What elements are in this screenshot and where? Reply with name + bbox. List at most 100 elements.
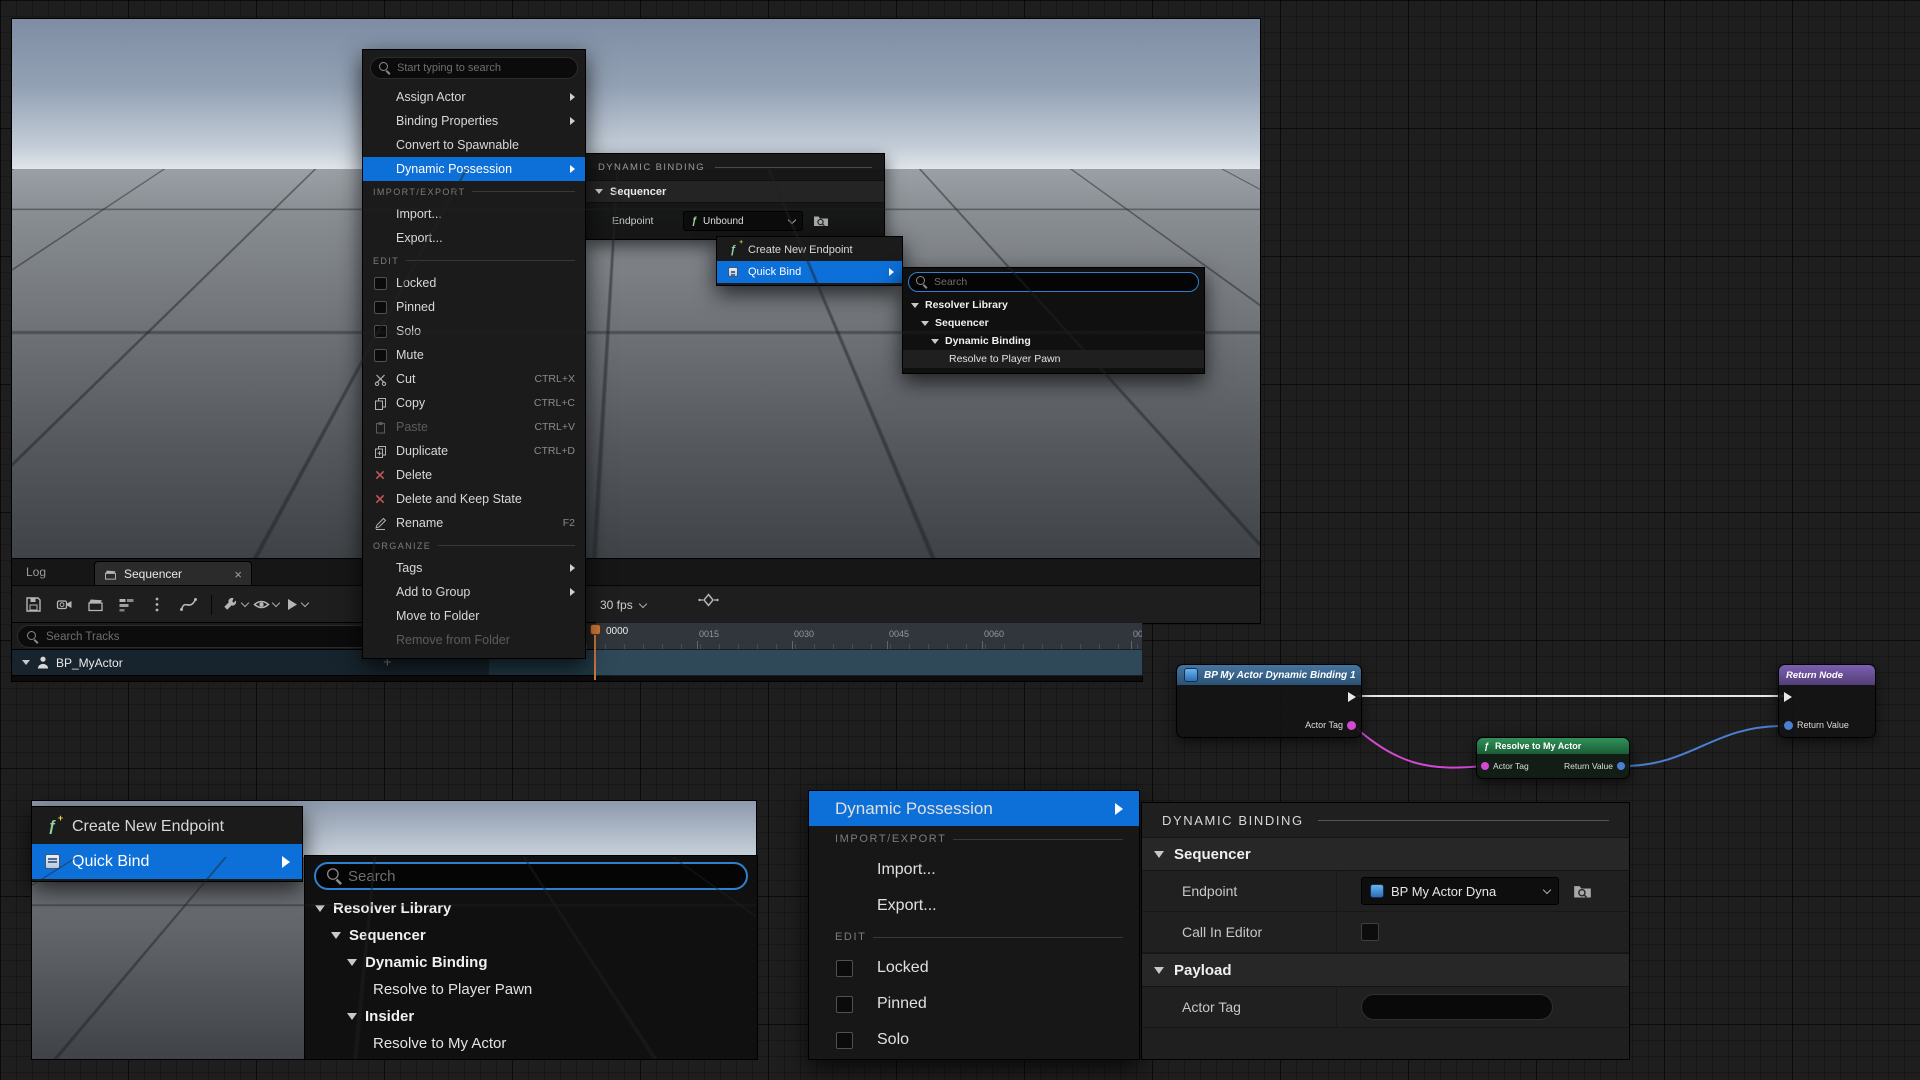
checkbox[interactable]: [374, 277, 387, 290]
menu-item-solo[interactable]: Solo: [363, 319, 585, 343]
keyframe-options-button[interactable]: [698, 592, 719, 613]
return-value-pin-icon[interactable]: [1617, 762, 1625, 770]
playback-options-button[interactable]: [284, 592, 310, 618]
menu-item-binding-properties[interactable]: Binding Properties: [363, 109, 585, 133]
menu-item-delete-and-keep-state[interactable]: Delete and Keep State: [363, 487, 585, 511]
tracks-list-button[interactable]: [113, 592, 139, 618]
checkbox[interactable]: [374, 301, 387, 314]
expander-icon[interactable]: [1154, 851, 1164, 858]
resolver-search-input[interactable]: [934, 276, 1191, 288]
menu-item-copy[interactable]: Copy CTRL+C: [363, 391, 585, 415]
tree-item-dynamic-binding[interactable]: Dynamic Binding: [305, 949, 757, 976]
tree-item-resolve-to-player-pawn[interactable]: Resolve to Player Pawn: [305, 976, 757, 1003]
tree-item-resolver-library[interactable]: Resolver Library: [903, 296, 1204, 314]
menu-item-locked[interactable]: Locked: [809, 950, 1139, 986]
menu-item-rename[interactable]: Rename F2: [363, 511, 585, 535]
menu-item-export[interactable]: Export...: [809, 888, 1139, 924]
settings-wrench-button[interactable]: [222, 592, 248, 618]
checkbox[interactable]: [836, 996, 853, 1013]
menu-item-add-to-group[interactable]: Add to Group: [363, 580, 585, 604]
fps-dropdown[interactable]: 30 fps: [600, 586, 646, 624]
actor-tag-input[interactable]: Actor Tag: [1481, 761, 1529, 771]
menu-item-locked[interactable]: Locked: [363, 271, 585, 295]
menu-item-dynamic-possession[interactable]: Dynamic Possession: [809, 791, 1139, 826]
tree-item-resolve-to-player-pawn[interactable]: Resolve to Player Pawn: [903, 350, 1204, 368]
menu-item-import[interactable]: Import...: [809, 852, 1139, 888]
checkbox[interactable]: [836, 960, 853, 977]
section-sequencer[interactable]: Sequencer: [586, 180, 884, 203]
node-header[interactable]: Return Node: [1779, 665, 1875, 685]
timeline-scrollbar[interactable]: [11, 676, 1143, 682]
tree-item-resolver-library[interactable]: Resolver Library: [305, 895, 757, 922]
menu-item-create-new-endpoint[interactable]: ƒ Create New Endpoint: [32, 809, 302, 844]
node-bp-my-actor-dynamic-binding[interactable]: BP My Actor Dynamic Binding 1 Actor Tag: [1176, 664, 1362, 738]
section-payload[interactable]: Payload: [1142, 953, 1629, 987]
actor-tag-output[interactable]: Actor Tag: [1305, 720, 1356, 730]
checkbox[interactable]: [374, 325, 387, 338]
resolver-search-input[interactable]: [348, 868, 735, 885]
close-tab-icon[interactable]: ×: [234, 568, 242, 581]
node-return[interactable]: Return Node Return Value: [1778, 664, 1876, 738]
expander-icon[interactable]: [22, 660, 30, 665]
menu-item-quick-bind[interactable]: Quick Bind: [717, 261, 902, 283]
node-resolve-to-my-actor[interactable]: ƒ Resolve to My Actor Actor Tag Return V…: [1476, 737, 1630, 779]
browse-to-asset-icon[interactable]: [1573, 883, 1592, 900]
view-options-eye-button[interactable]: [253, 592, 279, 618]
menu-item-quick-bind[interactable]: Quick Bind: [32, 844, 302, 879]
more-options-button[interactable]: [144, 592, 170, 618]
tab-sequencer[interactable]: Sequencer ×: [94, 561, 252, 586]
expander-icon[interactable]: [315, 905, 325, 912]
return-value-output[interactable]: Return Value: [1564, 761, 1625, 771]
menu-item-dynamic-possession[interactable]: Dynamic Possession: [363, 157, 585, 181]
expander-icon[interactable]: [921, 321, 929, 326]
node-header[interactable]: BP My Actor Dynamic Binding 1: [1177, 665, 1361, 685]
menu-item-paste[interactable]: Paste CTRL+V: [363, 415, 585, 439]
render-movie-button[interactable]: [82, 592, 108, 618]
checkbox[interactable]: [374, 349, 387, 362]
resolver-search-box[interactable]: [314, 862, 748, 890]
menu-item-create-new-endpoint[interactable]: ƒ Create New Endpoint: [717, 239, 902, 261]
browse-to-asset-icon[interactable]: [813, 214, 829, 228]
node-header[interactable]: ƒ Resolve to My Actor: [1477, 738, 1629, 754]
playhead-line[interactable]: [594, 635, 596, 680]
expander-icon[interactable]: [931, 339, 939, 344]
tree-item-dynamic-binding[interactable]: Dynamic Binding: [903, 332, 1204, 350]
menu-item-remove-from-folder[interactable]: Remove from Folder: [363, 628, 585, 652]
call-in-editor-checkbox[interactable]: [1361, 923, 1379, 941]
checkbox[interactable]: [836, 1032, 853, 1049]
curve-editor-button[interactable]: [175, 592, 201, 618]
menu-item-pinned[interactable]: Pinned: [809, 986, 1139, 1022]
menu-item-cut[interactable]: Cut CTRL+X: [363, 367, 585, 391]
menu-item-move-to-folder[interactable]: Move to Folder: [363, 604, 585, 628]
menu-search-input[interactable]: [397, 62, 569, 74]
exec-input-pin[interactable]: [1784, 692, 1792, 702]
menu-item-pinned[interactable]: Pinned: [363, 295, 585, 319]
menu-item-export[interactable]: Export...: [363, 226, 585, 250]
actor-tag-pin-icon[interactable]: [1481, 762, 1489, 770]
section-sequencer[interactable]: Sequencer: [1142, 837, 1629, 871]
endpoint-dropdown[interactable]: ƒ Unbound: [683, 211, 803, 231]
tree-item-insider[interactable]: Insider: [305, 1003, 757, 1030]
tree-item-resolve-to-my-actor[interactable]: Resolve to My Actor: [305, 1030, 757, 1057]
tree-item-sequencer[interactable]: Sequencer: [305, 922, 757, 949]
endpoint-dropdown[interactable]: BP My Actor Dyna: [1361, 877, 1559, 905]
menu-item-mute[interactable]: Mute: [363, 343, 585, 367]
menu-item-delete[interactable]: Delete: [363, 463, 585, 487]
menu-item-import[interactable]: Import...: [363, 202, 585, 226]
save-button[interactable]: [20, 592, 46, 618]
menu-item-tags[interactable]: Tags: [363, 556, 585, 580]
expander-icon[interactable]: [1154, 967, 1164, 974]
camera-button[interactable]: [51, 592, 77, 618]
return-value-input[interactable]: Return Value: [1784, 720, 1849, 730]
resolver-search-box[interactable]: [908, 272, 1199, 292]
expander-icon[interactable]: [331, 932, 341, 939]
return-value-pin-icon[interactable]: [1784, 721, 1793, 730]
menu-item-duplicate[interactable]: Duplicate CTRL+D: [363, 439, 585, 463]
menu-search-box[interactable]: [370, 57, 578, 79]
tab-log[interactable]: Log: [26, 565, 46, 579]
playhead-handle[interactable]: [590, 624, 601, 635]
actor-tag-input[interactable]: [1361, 994, 1553, 1020]
menu-item-solo[interactable]: Solo: [809, 1022, 1139, 1058]
actor-tag-pin-icon[interactable]: [1347, 721, 1356, 730]
tree-item-sequencer[interactable]: Sequencer: [903, 314, 1204, 332]
